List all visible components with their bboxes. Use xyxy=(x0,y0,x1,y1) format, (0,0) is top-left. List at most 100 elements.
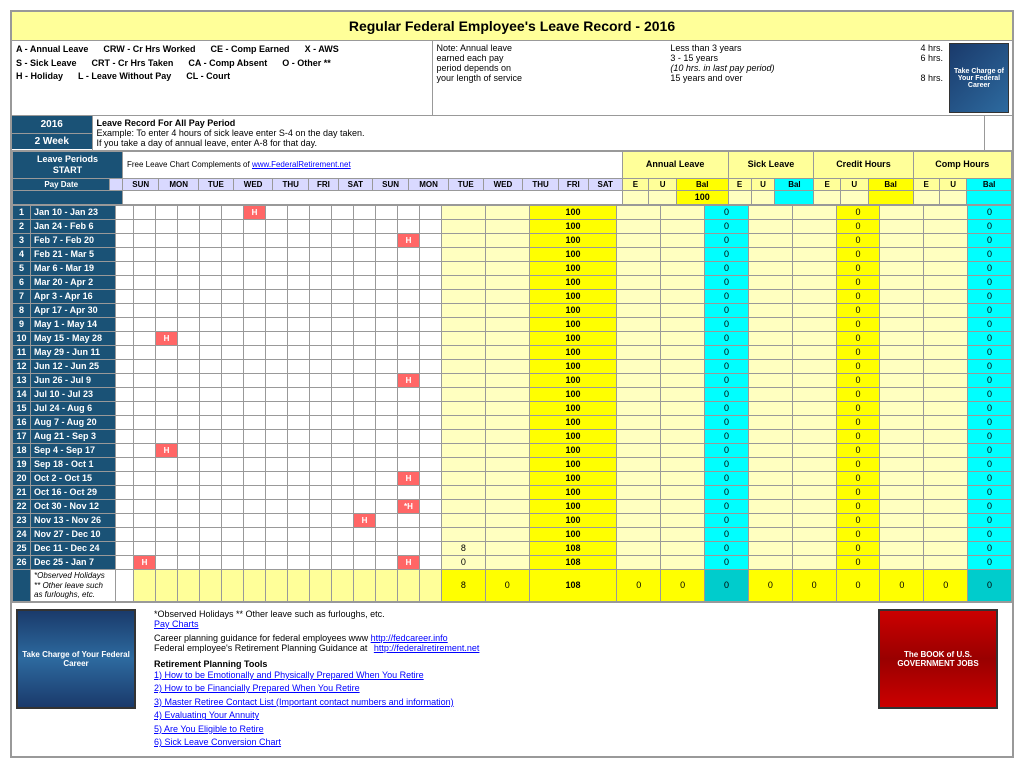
day-cell[interactable] xyxy=(376,485,398,499)
day-cell[interactable] xyxy=(332,429,354,443)
day-cell[interactable] xyxy=(332,373,354,387)
day-cell[interactable] xyxy=(134,513,156,527)
day-cell[interactable] xyxy=(200,499,222,513)
day-cell[interactable] xyxy=(244,443,266,457)
day-cell[interactable] xyxy=(398,429,420,443)
day-cell[interactable] xyxy=(156,303,178,317)
day-cell[interactable] xyxy=(178,373,200,387)
day-cell[interactable] xyxy=(134,429,156,443)
day-cell[interactable] xyxy=(134,247,156,261)
day-cell[interactable] xyxy=(156,345,178,359)
day-cell[interactable] xyxy=(310,331,332,345)
day-cell[interactable] xyxy=(310,541,332,555)
day-cell[interactable] xyxy=(134,373,156,387)
day-cell[interactable] xyxy=(222,303,244,317)
day-cell[interactable] xyxy=(288,331,310,345)
day-cell[interactable] xyxy=(420,471,442,485)
day-cell[interactable] xyxy=(332,359,354,373)
day-cell[interactable] xyxy=(222,373,244,387)
day-cell[interactable] xyxy=(354,373,376,387)
day-cell[interactable] xyxy=(398,275,420,289)
day-cell[interactable] xyxy=(178,331,200,345)
day-cell[interactable] xyxy=(200,485,222,499)
day-cell[interactable] xyxy=(222,289,244,303)
day-cell[interactable] xyxy=(420,205,442,219)
day-cell[interactable] xyxy=(332,443,354,457)
day-cell[interactable] xyxy=(200,303,222,317)
day-cell[interactable] xyxy=(134,275,156,289)
day-cell[interactable] xyxy=(244,275,266,289)
day-cell[interactable] xyxy=(332,345,354,359)
day-cell[interactable] xyxy=(420,555,442,569)
day-cell[interactable] xyxy=(310,261,332,275)
day-cell[interactable] xyxy=(134,317,156,331)
day-cell[interactable] xyxy=(200,359,222,373)
day-cell[interactable] xyxy=(134,499,156,513)
day-cell[interactable] xyxy=(398,457,420,471)
day-cell[interactable] xyxy=(420,317,442,331)
day-cell[interactable] xyxy=(420,331,442,345)
day-cell[interactable] xyxy=(134,303,156,317)
day-cell[interactable] xyxy=(178,247,200,261)
day-cell[interactable] xyxy=(222,387,244,401)
day-cell[interactable] xyxy=(200,527,222,541)
day-cell[interactable] xyxy=(244,373,266,387)
day-cell[interactable] xyxy=(332,457,354,471)
day-cell[interactable] xyxy=(244,345,266,359)
day-cell[interactable] xyxy=(244,261,266,275)
day-cell[interactable] xyxy=(288,345,310,359)
day-cell[interactable] xyxy=(398,415,420,429)
day-cell[interactable] xyxy=(288,247,310,261)
day-cell[interactable] xyxy=(222,233,244,247)
retirement-link[interactable]: 1) How to be Emotionally and Physically … xyxy=(154,669,870,683)
day-cell[interactable] xyxy=(178,387,200,401)
day-cell[interactable] xyxy=(266,485,288,499)
day-cell[interactable] xyxy=(222,317,244,331)
day-cell[interactable] xyxy=(398,303,420,317)
day-cell[interactable] xyxy=(200,429,222,443)
day-cell[interactable] xyxy=(266,345,288,359)
day-cell[interactable] xyxy=(288,261,310,275)
day-cell[interactable] xyxy=(178,415,200,429)
day-cell[interactable] xyxy=(354,387,376,401)
day-cell[interactable] xyxy=(354,345,376,359)
day-cell[interactable] xyxy=(266,261,288,275)
day-cell[interactable] xyxy=(244,387,266,401)
day-cell[interactable] xyxy=(420,345,442,359)
day-cell[interactable] xyxy=(178,219,200,233)
day-cell[interactable] xyxy=(200,555,222,569)
day-cell[interactable] xyxy=(398,261,420,275)
day-cell[interactable] xyxy=(200,513,222,527)
day-cell[interactable] xyxy=(376,331,398,345)
day-cell[interactable] xyxy=(310,317,332,331)
day-cell[interactable] xyxy=(420,219,442,233)
day-cell[interactable]: H xyxy=(134,555,156,569)
day-cell[interactable] xyxy=(354,443,376,457)
day-cell[interactable] xyxy=(200,275,222,289)
day-cell[interactable] xyxy=(420,373,442,387)
day-cell[interactable] xyxy=(222,429,244,443)
day-cell[interactable] xyxy=(354,303,376,317)
day-cell[interactable] xyxy=(200,415,222,429)
day-cell[interactable] xyxy=(398,205,420,219)
day-cell[interactable] xyxy=(332,205,354,219)
retirement-link[interactable]: 6) Sick Leave Conversion Chart xyxy=(154,736,870,750)
day-cell[interactable] xyxy=(134,261,156,275)
day-cell[interactable] xyxy=(376,289,398,303)
day-cell[interactable] xyxy=(398,331,420,345)
day-cell[interactable] xyxy=(288,527,310,541)
day-cell[interactable] xyxy=(354,527,376,541)
day-cell[interactable] xyxy=(222,485,244,499)
career-url-link[interactable]: http://fedcareer.info xyxy=(371,633,448,643)
day-cell[interactable] xyxy=(332,247,354,261)
day-cell[interactable] xyxy=(376,247,398,261)
day-cell[interactable] xyxy=(354,219,376,233)
day-cell[interactable] xyxy=(222,219,244,233)
day-cell[interactable] xyxy=(266,275,288,289)
day-cell[interactable] xyxy=(420,443,442,457)
day-cell[interactable] xyxy=(156,261,178,275)
day-cell[interactable] xyxy=(310,429,332,443)
day-cell[interactable] xyxy=(288,289,310,303)
day-cell[interactable] xyxy=(244,457,266,471)
day-cell[interactable] xyxy=(288,219,310,233)
